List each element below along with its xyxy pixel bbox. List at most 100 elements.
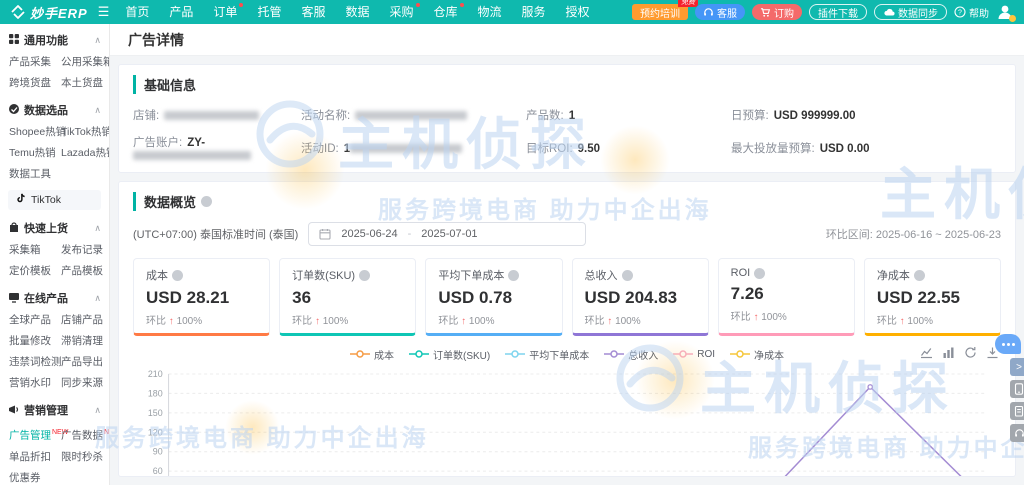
- stat-card-0: 成本 USD 28.21 环比 ↑ 100%: [133, 258, 271, 336]
- info-icon[interactable]: [172, 269, 183, 281]
- info-icon[interactable]: [754, 267, 766, 279]
- line-chart-icon[interactable]: [920, 346, 933, 359]
- basic-field-7: 最大投放量预算: USD 0.00: [731, 140, 1001, 156]
- data-sync-button[interactable]: 数据同步: [874, 4, 947, 20]
- info-icon[interactable]: [913, 269, 925, 281]
- headset-widget-icon[interactable]: [1010, 424, 1024, 442]
- sidebar-item-4-2[interactable]: 单品折扣: [9, 447, 61, 468]
- legend-item-4[interactable]: ROI: [673, 349, 715, 360]
- sidebar-section-0[interactable]: 通用功能 ∧: [0, 26, 109, 52]
- nav-item-6[interactable]: 采购: [379, 0, 423, 24]
- app-logo[interactable]: 妙手ERP: [10, 3, 88, 22]
- sidebar-section-3[interactable]: 在线产品 ∧: [0, 284, 109, 310]
- sidebar-item-2-2[interactable]: 定价模板: [9, 261, 61, 282]
- date-start-value[interactable]: 2025-06-24: [341, 228, 397, 240]
- nav-item-10[interactable]: 授权: [556, 0, 600, 24]
- info-icon[interactable]: [508, 269, 520, 281]
- sidebar-item-1-1[interactable]: TikTok热销: [61, 122, 109, 143]
- sidebar-item-3-4[interactable]: 违禁词检测: [9, 352, 62, 373]
- sidebar-item-3-1[interactable]: 店铺产品: [61, 310, 109, 331]
- sidebar-item-3-6[interactable]: 营销水印: [9, 373, 61, 394]
- sidebar-item-3-5[interactable]: 产品导出: [61, 352, 109, 373]
- date-end-value[interactable]: 2025-07-01: [421, 228, 477, 240]
- nav-item-8[interactable]: 物流: [468, 0, 512, 24]
- sidebar-item-1-4[interactable]: 数据工具: [9, 164, 109, 185]
- svg-text:60: 60: [153, 466, 163, 476]
- field-label: 日预算:: [731, 110, 769, 122]
- legend-marker-icon: [349, 350, 370, 358]
- legend-item-0[interactable]: 成本: [349, 347, 394, 362]
- nav-item-1[interactable]: 产品: [159, 0, 203, 24]
- legend-item-3[interactable]: 总收入: [604, 347, 658, 362]
- sidebar-item-3-0[interactable]: 全球产品: [9, 310, 61, 331]
- sidebar-section-4[interactable]: 营销管理 ∧: [0, 396, 109, 422]
- sidebar-item-1-0[interactable]: Shopee热销: [9, 122, 66, 143]
- sidebar-item-2-3[interactable]: 产品模板: [61, 261, 109, 282]
- sidebar-section-1[interactable]: 数据选品 ∧: [0, 96, 109, 122]
- nav-item-4[interactable]: 客服: [291, 0, 335, 24]
- chevron-up-icon[interactable]: ∧: [94, 405, 101, 416]
- sidebar-item-2-0[interactable]: 采集箱: [9, 240, 61, 261]
- chevron-up-icon[interactable]: ∧: [94, 223, 101, 234]
- chevron-up-icon[interactable]: ∧: [94, 105, 101, 116]
- avatar[interactable]: [996, 3, 1016, 22]
- sidebar-items: 产品采集 公用采集箱 跨境货盘 本土货盘: [0, 52, 109, 96]
- sidebar-item-0-2[interactable]: 跨境货盘: [9, 73, 61, 94]
- legend-item-2[interactable]: 平均下单成本: [505, 347, 589, 362]
- sidebar-item-tiktok[interactable]: TikTok: [8, 190, 101, 210]
- subscribe-button[interactable]: 订购: [752, 4, 802, 20]
- legend-item-1[interactable]: 订单数(SKU): [408, 347, 490, 362]
- legend-marker-icon: [505, 350, 526, 358]
- sidebar-item-1-3[interactable]: Lazada热销: [61, 143, 109, 164]
- collapse-chevron-icon[interactable]: >: [1010, 358, 1024, 376]
- chevron-up-icon[interactable]: ∧: [94, 35, 101, 46]
- stat-label: 成本: [146, 270, 168, 282]
- nav-item-5[interactable]: 数据: [335, 0, 379, 24]
- nav-item-9[interactable]: 服务: [512, 0, 556, 24]
- bar-chart-icon[interactable]: [942, 346, 955, 359]
- plugin-download-label: 插件下载: [818, 8, 858, 20]
- customer-service-button[interactable]: 客服: [695, 4, 745, 20]
- date-range-picker[interactable]: 2025-06-24 - 2025-07-01: [308, 222, 587, 246]
- help-button[interactable]: ? 帮助: [954, 5, 989, 20]
- nav-item-0[interactable]: 首页: [115, 0, 159, 24]
- sidebar-item-4-1[interactable]: 广告数据NEW: [61, 422, 109, 447]
- nav-item-3[interactable]: 托管: [247, 0, 291, 24]
- bag-icon: [8, 221, 20, 236]
- refresh-icon[interactable]: [964, 346, 977, 359]
- customer-service-label: 客服: [717, 8, 737, 20]
- nav-item-2[interactable]: 订单: [203, 0, 247, 24]
- basic-field-5: 活动ID: 1: [301, 140, 526, 156]
- legend-item-5[interactable]: 净成本: [730, 347, 784, 362]
- sidebar-item-4-4[interactable]: 优惠券: [9, 468, 61, 485]
- menu-toggle-icon[interactable]: ☰: [98, 4, 110, 20]
- clipboard-icon[interactable]: [1010, 402, 1024, 420]
- sidebar-item-2-1[interactable]: 发布记录: [61, 240, 109, 261]
- line-chart[interactable]: 03060901201501802102025-06-242025-06-252…: [133, 366, 1001, 477]
- chat-widget-button[interactable]: [995, 334, 1021, 354]
- sidebar-item-0-0[interactable]: 产品采集: [9, 52, 61, 73]
- info-icon[interactable]: [621, 269, 633, 281]
- sidebar-item-1-2[interactable]: Temu热销: [9, 143, 61, 164]
- sidebar-item-0-1[interactable]: 公用采集箱: [61, 52, 109, 73]
- sidebar-item-3-7[interactable]: 同步来源: [61, 373, 109, 394]
- sidebar-item-4-0[interactable]: 广告管理NEW: [9, 422, 68, 447]
- info-icon[interactable]: [359, 269, 371, 281]
- info-icon[interactable]: [201, 196, 213, 207]
- sidebar-section-2[interactable]: 快速上货 ∧: [0, 214, 109, 240]
- legend-marker-icon: [730, 350, 750, 358]
- data-overview-card: 数据概览 (UTC+07:00) 泰国标准时间 (泰国) 2025-06-24 …: [118, 181, 1016, 477]
- chevron-up-icon[interactable]: ∧: [94, 293, 101, 304]
- sidebar-item-3-2[interactable]: 批量修改: [9, 331, 61, 352]
- sidebar-section-label: 营销管理: [24, 405, 68, 417]
- plugin-download-button[interactable]: 插件下载: [809, 4, 867, 20]
- nav-item-7[interactable]: 仓库: [424, 0, 468, 24]
- data-overview-title-label: 数据概览: [144, 195, 197, 210]
- sidebar-item-4-3[interactable]: 限时秒杀: [61, 447, 109, 468]
- sidebar-item-0-3[interactable]: 本土货盘: [61, 73, 109, 94]
- legend-label: 净成本: [754, 350, 784, 362]
- field-label: 活动ID:: [301, 143, 339, 155]
- phone-icon[interactable]: [1010, 380, 1024, 398]
- training-button[interactable]: 预约培训 免费: [632, 0, 698, 20]
- sidebar-item-3-3[interactable]: 滞销清理: [61, 331, 109, 352]
